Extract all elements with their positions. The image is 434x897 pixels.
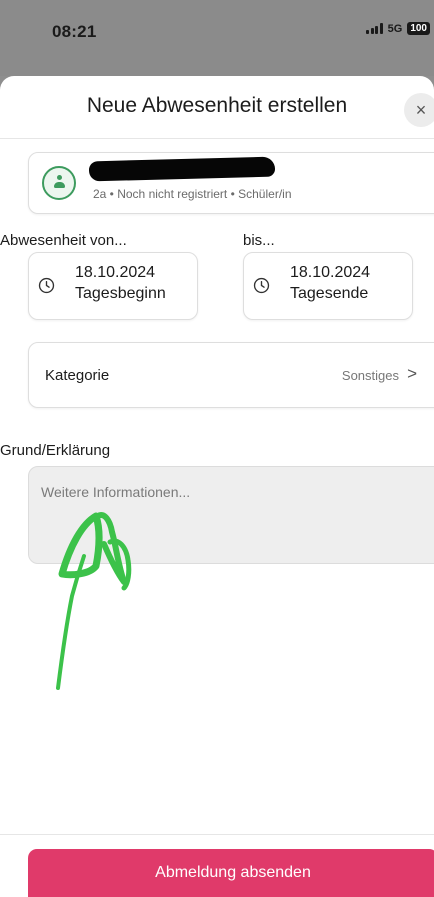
signal-icon [366,23,383,34]
close-button[interactable]: × [404,93,434,127]
reason-textarea[interactable]: Weitere Informationen... [28,466,434,564]
to-time: Tagesende [290,285,369,302]
absence-sheet: Neue Abwesenheit erstellen × 2a • Noch n… [0,76,434,897]
chevron-right-icon: > [407,364,417,383]
from-date-picker[interactable]: 18.10.2024 Tagesbeginn [28,252,198,320]
status-indicators: 5G 100 [366,22,430,35]
person-meta: 2a • Noch nicht registriert • Schüler/in [93,187,292,201]
category-selector[interactable]: Kategorie Sonstiges > [28,342,434,408]
absence-from-label: Abwesenheit von... [0,232,127,249]
from-date: 18.10.2024 [75,264,156,281]
to-date-picker[interactable]: 18.10.2024 Tagesende [243,252,413,320]
from-time: Tagesbeginn [75,285,166,302]
footer-divider [0,834,434,835]
status-bar: 08:21 5G 100 [0,0,434,76]
network-type: 5G [387,22,403,35]
reason-label: Grund/Erklärung [0,442,111,459]
category-label: Kategorie [45,367,110,384]
absence-to-label: bis... [243,232,275,249]
status-time: 08:21 [52,22,97,41]
person-card: 2a • Noch nicht registriert • Schüler/in [28,152,434,214]
sheet-title: Neue Abwesenheit erstellen [86,94,348,117]
submit-absence-button[interactable]: Abmeldung absenden [28,849,434,897]
clock-icon [38,277,55,294]
student-avatar-icon [42,166,76,200]
battery-icon: 100 [407,22,430,35]
clock-icon [253,277,270,294]
category-value: Sonstiges [341,368,399,383]
header-divider [0,138,434,139]
to-date: 18.10.2024 [290,264,371,281]
redacted-name [88,156,276,182]
